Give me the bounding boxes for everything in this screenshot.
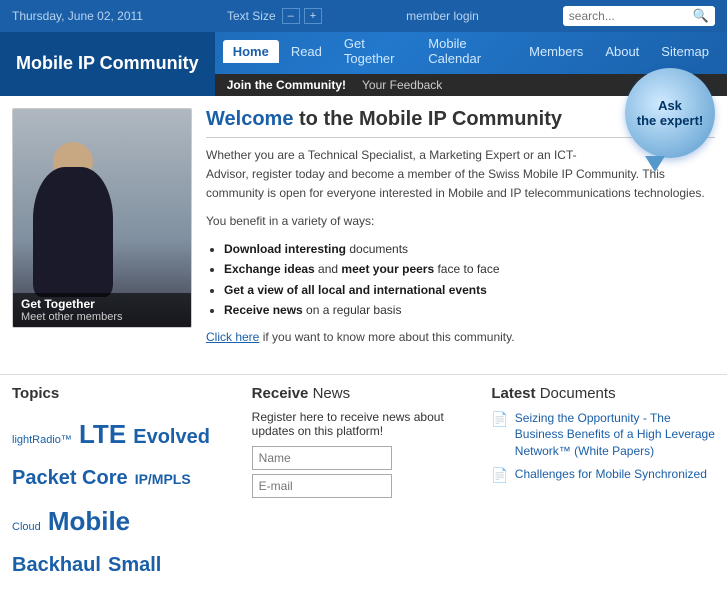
latest-bold: Latest — [491, 385, 535, 402]
text-size-buttons: – + — [282, 8, 323, 24]
main-nav: Home Read Get Together Mobile Calendar M… — [215, 32, 727, 74]
left-column: Get Together Meet other members — [12, 108, 192, 362]
click-here-rest: if you want to know more about this comm… — [259, 330, 514, 344]
topic-small[interactable]: Small — [108, 554, 161, 576]
sub-nav-join[interactable]: Join the Community! — [227, 78, 346, 92]
top-bar: Thursday, June 02, 2011 Text Size – + me… — [0, 0, 727, 32]
latest-docs-section: Latest Documents 📄 Seizing the Opportuni… — [491, 385, 715, 585]
site-title: Mobile IP Community — [0, 32, 215, 96]
ask-expert-text: Askthe expert! — [637, 98, 703, 128]
click-here-para: Click here if you want to know more abou… — [206, 328, 715, 347]
topic-lte[interactable]: LTE — [79, 419, 126, 449]
text-size-increase[interactable]: + — [304, 8, 322, 24]
email-input[interactable] — [252, 474, 392, 498]
figure-silhouette — [33, 167, 113, 297]
caption-sub: Meet other members — [21, 311, 183, 323]
caption-title: Get Together — [21, 297, 183, 311]
doc-text-1: Seizing the Opportunity - The Business B… — [515, 410, 715, 460]
topic-lightradio[interactable]: lightRadio™ — [12, 434, 72, 446]
topic-backhaul[interactable]: Backhaul — [12, 554, 101, 576]
topic-mobile[interactable]: Mobile — [48, 506, 130, 536]
content-area: Get Together Meet other members Askthe e… — [0, 96, 727, 374]
topics-heading: Topics — [12, 385, 236, 402]
ask-expert-bubble[interactable]: Askthe expert! — [625, 68, 715, 158]
text-size-control: Text Size – + — [227, 8, 322, 24]
doc-item-1[interactable]: 📄 Seizing the Opportunity - The Business… — [491, 410, 715, 460]
receive-rest: News — [313, 385, 351, 402]
nav-item-sitemap[interactable]: Sitemap — [651, 40, 719, 63]
search-icon[interactable]: 🔍 — [693, 8, 709, 24]
topics-section: Topics lightRadio™ LTE Evolved Packet Co… — [12, 385, 236, 585]
welcome-bold: Welcome — [206, 108, 293, 130]
nav-item-get-together[interactable]: Get Together — [334, 32, 416, 70]
doc-text-2: Challenges for Mobile Synchronized — [515, 466, 707, 483]
date-label: Thursday, June 02, 2011 — [12, 9, 143, 23]
bullet-4: Receive news on a regular basis — [224, 300, 715, 320]
text-size-label: Text Size — [227, 9, 276, 23]
bullet-3: Get a view of all local and internationa… — [224, 280, 715, 300]
welcome-para2: You benefit in a variety of ways: — [206, 212, 715, 231]
topic-packet-core[interactable]: Packet Core — [12, 467, 128, 489]
receive-news-heading: Receive News — [252, 385, 476, 402]
nav-item-members[interactable]: Members — [519, 40, 593, 63]
welcome-rest: to the Mobile IP Community — [293, 108, 562, 130]
welcome-bullets: Download interesting documents Exchange … — [224, 239, 715, 321]
doc-icon-2: 📄 — [491, 467, 508, 484]
latest-docs-heading: Latest Documents — [491, 385, 715, 402]
bottom-area: Topics lightRadio™ LTE Evolved Packet Co… — [0, 374, 727, 596]
topic-ipmpls[interactable]: IP/MPLS — [135, 471, 191, 487]
click-here-link[interactable]: Click here — [206, 330, 259, 344]
receive-description: Register here to receive news about upda… — [252, 410, 476, 438]
topic-cloud: lightRadio™ LTE Evolved Packet Core IP/M… — [12, 410, 236, 585]
hero-image: Get Together Meet other members — [12, 108, 192, 328]
bullet-1: Download interesting documents — [224, 239, 715, 259]
nav-item-read[interactable]: Read — [281, 40, 332, 63]
doc-item-2[interactable]: 📄 Challenges for Mobile Synchronized — [491, 466, 715, 484]
receive-bold: Receive — [252, 385, 309, 402]
topic-evolved[interactable]: Evolved — [133, 426, 210, 448]
receive-news-section: Receive News Register here to receive ne… — [252, 385, 476, 585]
member-login-link[interactable]: member login — [406, 9, 479, 23]
sub-nav-feedback[interactable]: Your Feedback — [362, 78, 442, 92]
nav-item-about[interactable]: About — [595, 40, 649, 63]
nav-item-home[interactable]: Home — [223, 40, 279, 63]
welcome-section: Askthe expert! Welcome to the Mobile IP … — [206, 108, 715, 348]
topic-cloud[interactable]: Cloud — [12, 521, 41, 533]
search-input[interactable] — [569, 9, 689, 23]
hero-caption: Get Together Meet other members — [13, 293, 191, 327]
welcome-para1: Whether you are a Technical Specialist, … — [206, 146, 715, 204]
bullet-2: Exchange ideas and meet your peers face … — [224, 259, 715, 279]
header: Mobile IP Community Home Read Get Togeth… — [0, 32, 727, 96]
latest-rest: Documents — [540, 385, 616, 402]
name-input[interactable] — [252, 446, 392, 470]
text-size-decrease[interactable]: – — [282, 8, 300, 24]
nav-item-mobile-calendar[interactable]: Mobile Calendar — [418, 32, 517, 70]
doc-icon-1: 📄 — [491, 411, 508, 428]
main-column: Askthe expert! Welcome to the Mobile IP … — [206, 108, 715, 362]
search-box: 🔍 — [563, 6, 715, 26]
